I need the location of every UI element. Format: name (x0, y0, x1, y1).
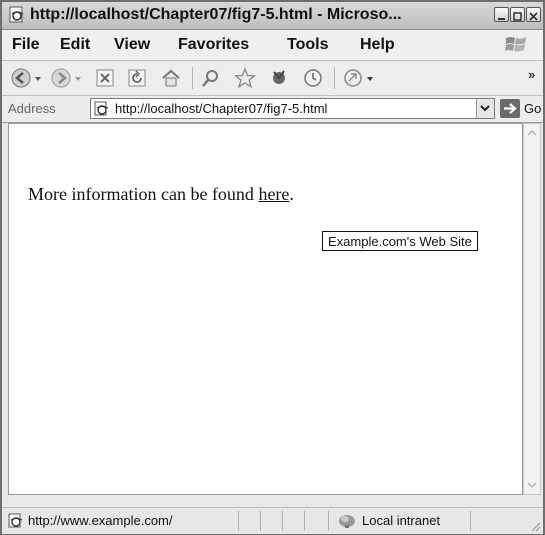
status-divider (260, 511, 261, 531)
page-icon (8, 513, 23, 528)
go-button[interactable] (500, 99, 520, 118)
page-icon (94, 101, 109, 116)
close-button[interactable] (526, 7, 541, 22)
minimize-icon (498, 18, 505, 20)
ie-page-icon (9, 6, 24, 23)
mail-icon[interactable] (342, 67, 364, 89)
menu-bar: File Edit View Favorites Tools Help (2, 30, 543, 61)
address-input[interactable]: http://localhost/Chapter07/fig7-5.html (90, 98, 495, 119)
status-divider (282, 511, 283, 531)
menu-view[interactable]: View (114, 36, 150, 54)
status-bar: http://www.example.com/ Local intranet (2, 507, 543, 534)
status-divider (238, 511, 239, 531)
link-tooltip: Example.com's Web Site (322, 231, 478, 251)
favorites-icon[interactable] (234, 67, 256, 89)
status-divider (470, 511, 471, 531)
menu-edit[interactable]: Edit (60, 36, 90, 54)
menu-tools[interactable]: Tools (287, 36, 328, 54)
page-paragraph: More information can be found here. (28, 184, 294, 205)
back-icon[interactable] (10, 67, 32, 89)
status-divider (328, 511, 329, 531)
status-text: http://www.example.com/ (28, 513, 173, 528)
chevron-down-icon (480, 105, 490, 112)
toolbar-separator (192, 67, 193, 89)
home-icon[interactable] (160, 67, 182, 89)
arrow-right-icon (504, 103, 517, 114)
toolbar-separator (334, 67, 335, 89)
scroll-down-icon[interactable] (527, 480, 537, 490)
here-link[interactable]: here (258, 184, 289, 204)
maximize-icon (513, 12, 522, 21)
stop-icon[interactable] (94, 67, 116, 89)
toolbar-overflow-chevron[interactable]: » (528, 67, 535, 82)
forward-dropdown-icon[interactable] (74, 75, 82, 83)
scroll-up-icon[interactable] (527, 128, 537, 138)
close-icon (529, 12, 538, 21)
address-url: http://localhost/Chapter07/fig7-5.html (115, 101, 328, 116)
paragraph-period: . (289, 184, 294, 204)
refresh-icon[interactable] (126, 67, 148, 89)
status-divider (304, 511, 305, 531)
minimize-button[interactable] (494, 7, 509, 22)
menu-file[interactable]: File (12, 36, 40, 54)
windows-logo-icon (505, 37, 526, 52)
vertical-scrollbar[interactable] (523, 123, 541, 495)
mail-dropdown-icon[interactable] (366, 75, 374, 83)
local-intranet-icon (339, 515, 355, 528)
standard-toolbar: » (2, 61, 543, 96)
window-title: http://localhost/Chapter07/fig7-5.html -… (30, 6, 402, 23)
forward-icon[interactable] (50, 67, 72, 89)
title-bar: http://localhost/Chapter07/fig7-5.html -… (2, 2, 543, 30)
address-dropdown-button[interactable] (476, 99, 494, 118)
media-icon[interactable] (268, 67, 290, 89)
search-icon[interactable] (200, 67, 222, 89)
back-dropdown-icon[interactable] (34, 75, 42, 83)
history-icon[interactable] (302, 67, 324, 89)
browser-window: http://localhost/Chapter07/fig7-5.html -… (0, 0, 545, 535)
resize-grip-icon[interactable] (529, 520, 541, 532)
go-label[interactable]: Go (524, 101, 541, 116)
menu-favorites[interactable]: Favorites (178, 36, 249, 54)
paragraph-text: More information can be found (28, 184, 259, 204)
zone-label: Local intranet (362, 513, 441, 528)
page-content-area (8, 123, 523, 495)
address-label: Address (8, 101, 56, 116)
maximize-button[interactable] (510, 7, 525, 22)
address-bar: Address http://localhost/Chapter07/fig7-… (2, 96, 543, 123)
menu-help[interactable]: Help (360, 36, 395, 54)
